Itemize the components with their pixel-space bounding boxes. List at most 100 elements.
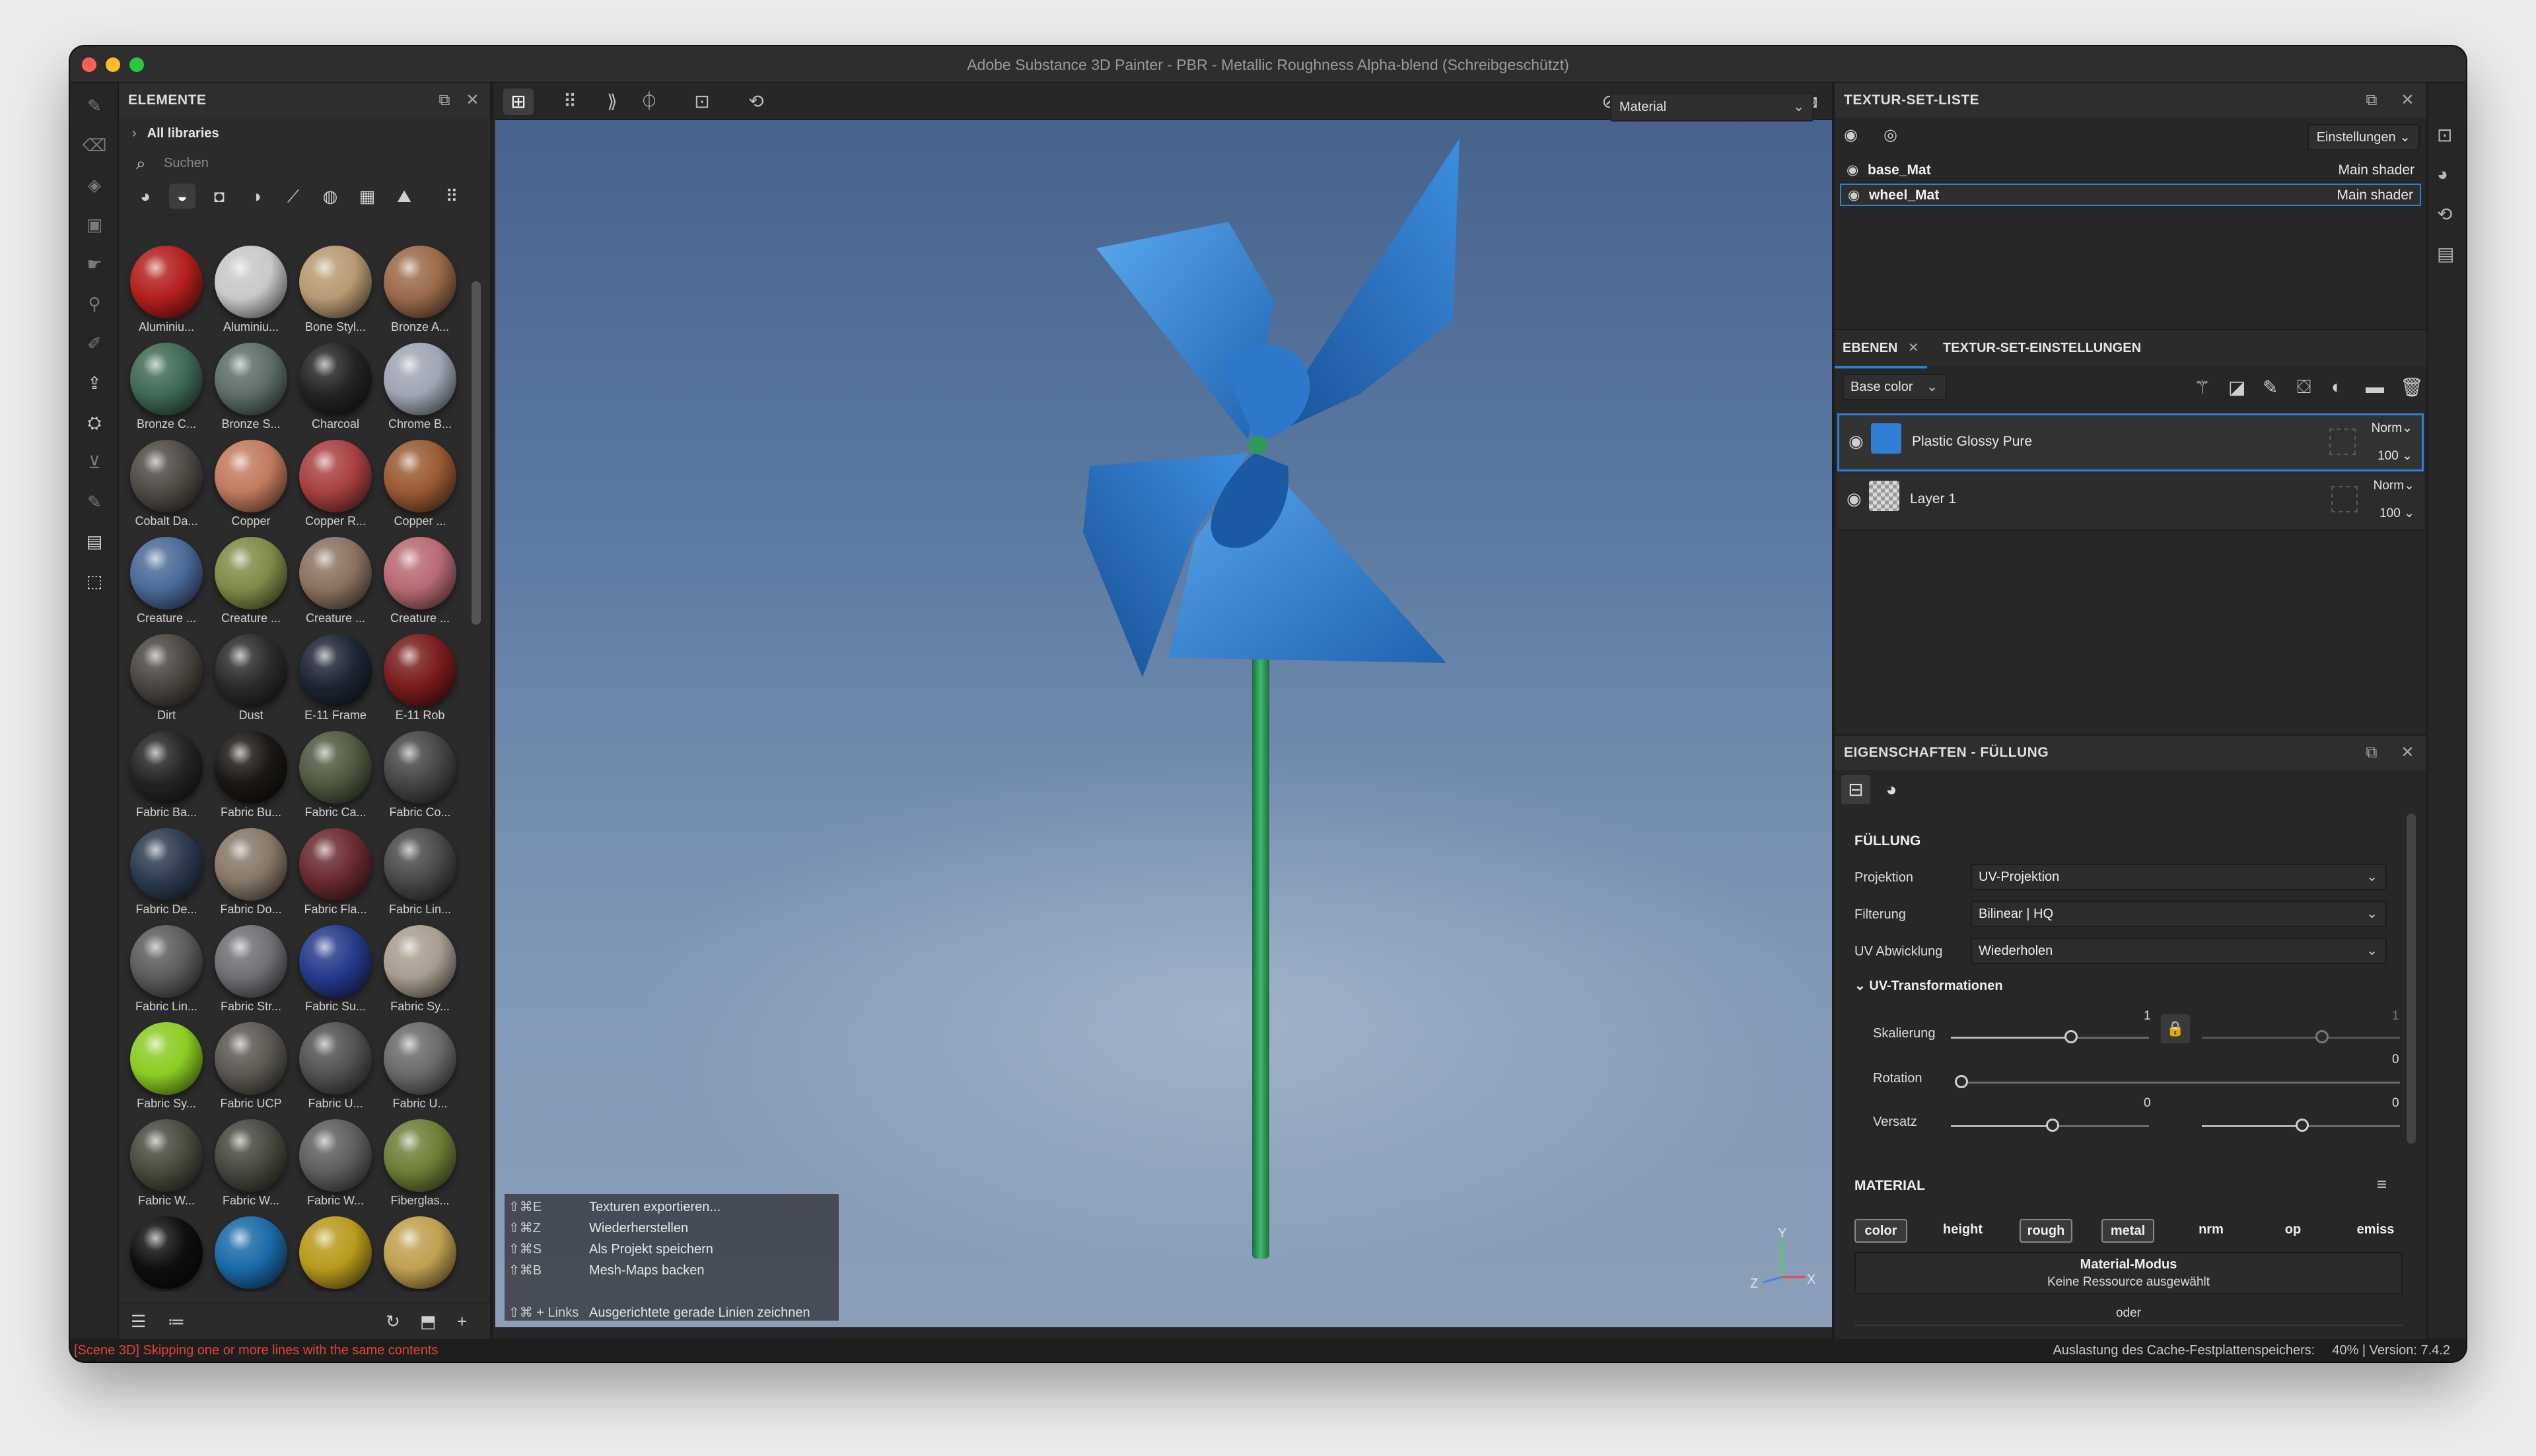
channel-metal-toggle[interactable]: metal [2101, 1219, 2154, 1243]
rotation-slider-track[interactable] [1957, 1082, 2400, 1084]
channel-nrm-toggle[interactable]: nrm [2185, 1219, 2237, 1243]
material-tile[interactable]: Chrome B... [378, 339, 461, 436]
material-tile[interactable]: Cobalt Da... [124, 436, 209, 534]
breadcrumb[interactable]: › All libraries [119, 118, 490, 149]
material-tile[interactable] [124, 1212, 209, 1292]
material-menu-icon[interactable]: ≡ [2377, 1174, 2387, 1195]
eye-icon[interactable]: ◉ [1847, 489, 1862, 509]
close-icon[interactable]: ✕ [1908, 341, 1919, 355]
viewport-mode-dropdown[interactable]: Material ⌄ [1610, 92, 1814, 121]
filter-options-icon[interactable]: ≔ [168, 1311, 185, 1332]
eye-icon[interactable]: ◉ [1847, 160, 1858, 181]
undock-icon[interactable]: ⧉ [439, 83, 450, 118]
opacity-field[interactable]: 100 ⌄ [2378, 448, 2413, 464]
lock-icon[interactable]: 🔒 [2161, 1014, 2190, 1043]
material-tile[interactable]: Copper R... [293, 436, 378, 534]
assets-panel-icon[interactable]: ⇪ [78, 368, 111, 398]
eye-icon[interactable]: ◉ [1848, 185, 1860, 206]
tab-texture-set-settings[interactable]: TEXTUR-SET-EINSTELLUNGEN [1935, 330, 2149, 366]
material-tile[interactable]: Creature ... [293, 533, 378, 631]
material-tile[interactable]: Aluminiu... [124, 242, 209, 339]
channel-op-toggle[interactable]: op [2267, 1219, 2319, 1243]
search-input[interactable]: ⌕ Suchen [129, 149, 479, 177]
offset-value-1[interactable]: 0 [2144, 1096, 2151, 1111]
close-icon[interactable]: ✕ [466, 83, 479, 118]
generators-filter-icon[interactable]: ◑ [243, 184, 269, 209]
smart-materials-filter-icon[interactable]: ◒ [169, 184, 195, 209]
assets-scrollbar[interactable] [472, 281, 481, 625]
material-tile[interactable]: Creature ... [378, 533, 461, 631]
add-icon[interactable]: + [457, 1311, 467, 1332]
material-tile[interactable]: Fabric Fla... [293, 824, 378, 922]
clone-tool-icon[interactable]: ⚲ [78, 289, 111, 318]
rotation-slider-handle[interactable] [1955, 1075, 1968, 1088]
offset-slider-2-handle[interactable] [2296, 1119, 2309, 1132]
tab-layers[interactable]: EBENEN ✕ [1835, 330, 1927, 368]
alphas-filter-icon[interactable]: ◍ [317, 184, 343, 209]
scale-slider-2-track[interactable] [2202, 1037, 2400, 1039]
material-tile[interactable]: Fabric Str... [209, 921, 293, 1019]
masks-filter-icon[interactable]: ◘ [206, 184, 232, 209]
bake-icon[interactable]: ⛭ [78, 408, 111, 437]
material-tile[interactable]: Fabric U... [293, 1018, 378, 1116]
material-tile[interactable]: Fabric Bu... [209, 727, 293, 825]
blend-mode-dropdown[interactable]: Norm⌄ [2374, 478, 2414, 493]
scale-value-2[interactable]: 1 [2392, 1009, 2399, 1023]
material-tile[interactable]: Copper ... [378, 436, 461, 534]
scale-slider-2-handle[interactable] [2315, 1030, 2329, 1043]
mask-icon[interactable]: ◪ [2228, 376, 2245, 398]
channel-emiss-toggle[interactable]: emiss [2348, 1219, 2403, 1243]
close-icon[interactable]: ✕ [2401, 736, 2414, 770]
scale-slider-handle[interactable] [2064, 1030, 2078, 1043]
material-tile[interactable]: Dust [209, 630, 293, 728]
material-tile[interactable]: Bronze C... [124, 339, 209, 436]
material-tile[interactable]: Fabric Co... [378, 727, 461, 825]
material-tile[interactable]: Fabric Sy... [124, 1018, 209, 1116]
channel-rough-toggle[interactable]: rough [2020, 1219, 2072, 1243]
eraser-tool-icon[interactable]: ⌫ [78, 131, 111, 160]
refresh-icon[interactable]: ↻ [386, 1311, 400, 1332]
settings-dropdown[interactable]: Einstellungen ⌄ [2307, 124, 2420, 151]
material-tile[interactable] [293, 1212, 378, 1292]
properties-scrollbar[interactable] [2407, 814, 2416, 1144]
opacity-field[interactable]: 100 ⌄ [2379, 506, 2414, 521]
material-tile[interactable]: Fabric Do... [209, 824, 293, 922]
material-properties-icon[interactable]: ◕ [1877, 775, 1906, 804]
material-tile[interactable]: Fabric Su... [293, 921, 378, 1019]
uv-transform-toggle[interactable]: ⌄ UV-Transformationen [1854, 977, 2003, 994]
visibility-toggle-icon[interactable]: ◉ [1844, 125, 1858, 145]
offset-value-2[interactable]: 0 [2392, 1096, 2399, 1111]
brushes-filter-icon[interactable]: ⟋ [280, 184, 306, 209]
blend-mode-dropdown[interactable]: Norm⌄ [2372, 421, 2413, 436]
material-mode-slot[interactable]: Material-Modus Keine Ressource ausgewähl… [1854, 1252, 2403, 1294]
layer-mask-slot[interactable] [2331, 486, 2358, 512]
history-icon[interactable]: ⟲ [2437, 203, 2452, 225]
material-tile[interactable]: E-11 Rob [378, 630, 461, 728]
material-tile[interactable]: Fabric Ca... [293, 727, 378, 825]
material-tile[interactable]: Fabric Lin... [378, 824, 461, 922]
fill-layer-icon[interactable]: ⛋ [2297, 376, 2311, 398]
measure-icon[interactable]: ⊻ [78, 448, 111, 477]
folder-icon[interactable]: ▬ [2366, 376, 2384, 398]
material-tile[interactable]: Fabric W... [124, 1115, 209, 1213]
eye-icon[interactable]: ◉ [1849, 431, 1864, 452]
materials-filter-icon[interactable]: ◕ [132, 184, 158, 209]
material-tile[interactable]: Bronze S... [209, 339, 293, 436]
material-tile[interactable]: Charcoal [293, 339, 378, 436]
projection-dropdown[interactable]: UV-Projektion ⌄ [1971, 864, 2387, 890]
geometry-fill-tool-icon[interactable]: ▣ [78, 210, 111, 239]
paint-layer-icon[interactable]: ✎ [2263, 376, 2278, 398]
material-tile[interactable]: E-11 Frame [293, 630, 378, 728]
material-tile[interactable] [209, 1212, 293, 1292]
filter-dropdown[interactable]: Bilinear | HQ ⌄ [1971, 901, 2387, 927]
material-tile[interactable]: Fabric Sy... [378, 921, 461, 1019]
material-tile[interactable]: Copper [209, 436, 293, 534]
display-icon[interactable]: ⬚ [78, 567, 111, 596]
effect-icon[interactable]: ⚚ [2194, 376, 2210, 398]
close-icon[interactable]: ✕ [2401, 83, 2414, 118]
undock-icon[interactable]: ⧉ [2366, 83, 2378, 118]
material-tile[interactable]: Aluminiu... [209, 242, 293, 339]
delete-icon[interactable]: 🗑 [2400, 376, 2424, 398]
brush-tool-icon[interactable]: ✎ [78, 91, 111, 120]
wrap-dropdown[interactable]: Wiederholen ⌄ [1971, 938, 2387, 964]
